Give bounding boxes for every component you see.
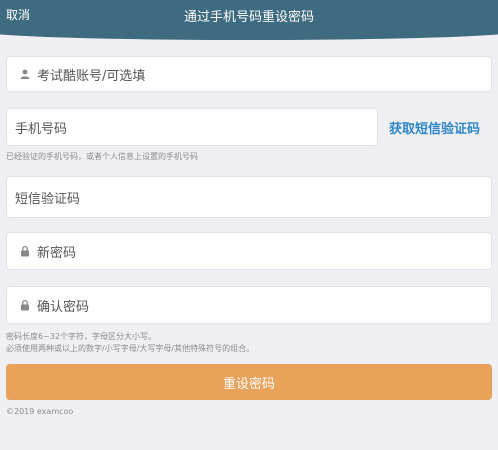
reset-password-label: 重设密码 <box>222 376 275 392</box>
new-password-input[interactable]: 新密码 <box>6 232 492 270</box>
header-bar: 取消 通过手机号码重设密码 <box>0 0 498 40</box>
phone-hint: 已经验证的手机号码，或者个人信息上设置的手机号码 <box>6 152 198 161</box>
phone-input[interactable]: 手机号码 <box>6 108 378 146</box>
page-title: 通过手机号码重设密码 <box>183 10 314 25</box>
password-rule-1: 密码长度6~32个字符，字母区分大小写。 <box>6 332 156 341</box>
reset-password-button[interactable]: 重设密码 <box>6 364 492 400</box>
copyright-text: ©2019 examcoo <box>6 407 74 416</box>
account-input[interactable]: 考试酷账号/可选填 <box>6 56 492 92</box>
new-password-placeholder: 新密码 <box>37 245 77 261</box>
account-placeholder: 考试酷账号/可选填 <box>37 68 146 84</box>
confirm-password-input[interactable]: 确认密码 <box>6 286 492 324</box>
sms-code-input[interactable]: 短信验证码 <box>6 176 492 218</box>
lock-icon <box>19 299 31 311</box>
get-sms-code-button[interactable]: 获取短信验证码 <box>389 118 480 137</box>
password-rule-2: 必须使用两种或以上的数字/小写字母/大写字母/其他特殊符号的组合。 <box>6 344 255 353</box>
user-icon <box>19 68 31 80</box>
sms-code-placeholder: 短信验证码 <box>15 191 81 207</box>
phone-placeholder: 手机号码 <box>15 121 68 137</box>
confirm-password-placeholder: 确认密码 <box>37 299 90 315</box>
lock-icon <box>19 245 31 257</box>
